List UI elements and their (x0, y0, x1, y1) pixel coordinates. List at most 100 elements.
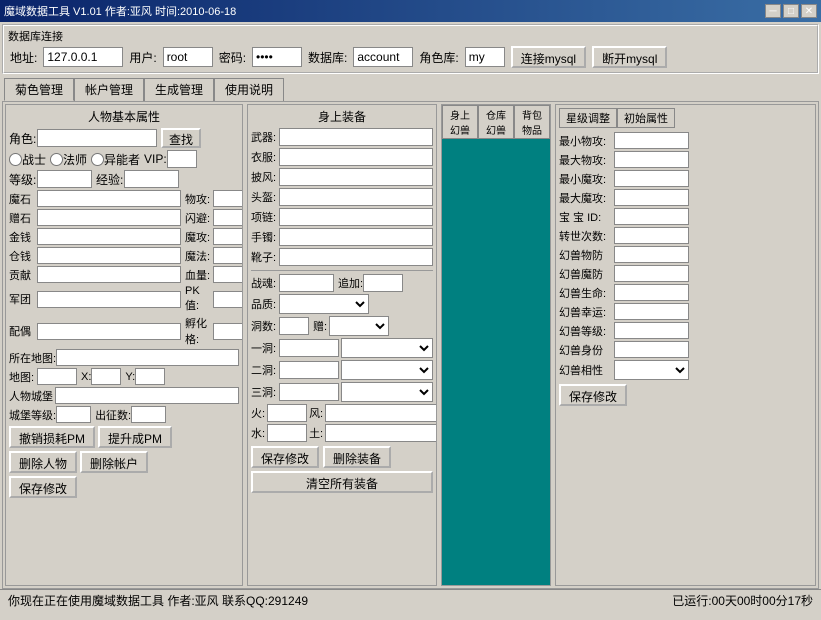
minimize-button[interactable]: ─ (765, 4, 781, 18)
upgrade-pm-button[interactable]: 提升成PM (98, 426, 172, 448)
addr-input[interactable] (43, 47, 123, 67)
hole2-select[interactable] (341, 360, 433, 380)
save-left-button[interactable]: 保存修改 (9, 476, 77, 498)
level-input[interactable] (37, 170, 92, 188)
spouse-input[interactable] (37, 323, 181, 340)
pass-input[interactable] (252, 47, 302, 67)
warrior-radio[interactable] (9, 153, 22, 166)
db-input[interactable] (353, 47, 413, 67)
add-label: 追加: (338, 275, 363, 291)
tab-help[interactable]: 使用说明 (214, 78, 284, 101)
petmagicdef-input[interactable] (614, 265, 689, 282)
delete-account-button[interactable]: 删除帐户 (80, 451, 148, 473)
rebirth-input[interactable] (614, 227, 689, 244)
clear-equip-button[interactable]: 清空所有装备 (251, 471, 433, 493)
hole2-input[interactable] (279, 361, 339, 379)
magicatk-label: 魔攻: (185, 229, 213, 245)
helmet-input[interactable] (279, 188, 433, 206)
connect-button[interactable]: 连接mysql (511, 46, 586, 68)
cape-input[interactable] (279, 168, 433, 186)
hole3-input[interactable] (279, 383, 339, 401)
pethp-input[interactable] (614, 284, 689, 301)
hole1-input[interactable] (279, 339, 339, 357)
add-input[interactable] (363, 274, 403, 292)
gem-input[interactable] (37, 209, 181, 226)
boots-input[interactable] (279, 248, 433, 266)
y-label: Y: (125, 371, 135, 383)
min-physatk-input[interactable] (614, 132, 689, 149)
cancel-damage-button[interactable]: 撤销损耗PM (9, 426, 95, 448)
hp-input[interactable] (213, 266, 243, 283)
min-magicatk-input[interactable] (614, 170, 689, 187)
necklace-input[interactable] (279, 208, 433, 226)
tab-star-adjust[interactable]: 星级调整 (559, 108, 617, 128)
physatk-input[interactable] (213, 190, 243, 207)
pk-input[interactable] (213, 291, 243, 308)
search-button[interactable]: 查找 (161, 128, 201, 148)
save-star-button[interactable]: 保存修改 (559, 384, 627, 406)
petstatus-input[interactable] (614, 341, 689, 358)
disconnect-button[interactable]: 断开mysql (592, 46, 667, 68)
army-row: 军团 (9, 285, 181, 313)
mage-radio[interactable] (50, 153, 63, 166)
petaffinity-select[interactable] (614, 360, 689, 380)
petid-input[interactable] (614, 208, 689, 225)
maximize-button[interactable]: □ (783, 4, 799, 18)
tab-initial-attr[interactable]: 初始属性 (617, 108, 675, 128)
gift-select[interactable] (329, 316, 389, 336)
citylevel-input[interactable] (56, 406, 91, 423)
role-input[interactable] (37, 129, 157, 147)
delete-char-button[interactable]: 删除人物 (9, 451, 77, 473)
delete-equip-button[interactable]: 删除装备 (323, 446, 391, 468)
hole1-select[interactable] (341, 338, 433, 358)
warehouse-input[interactable] (37, 247, 181, 264)
tab-backpack-items[interactable]: 背包物品 (514, 105, 550, 139)
gold-input[interactable] (37, 228, 181, 245)
close-button[interactable]: ✕ (801, 4, 817, 18)
user-input[interactable] (163, 47, 213, 67)
x-input[interactable] (91, 368, 121, 385)
addr-label: 地址: (10, 49, 37, 66)
holes-input[interactable] (279, 317, 309, 335)
contrib-input[interactable] (37, 266, 181, 283)
quality-select[interactable] (279, 294, 369, 314)
petlevel-input[interactable] (614, 322, 689, 339)
y-input[interactable] (135, 368, 165, 385)
water-input[interactable] (267, 424, 307, 442)
petphysdef-input[interactable] (614, 246, 689, 263)
exp-input[interactable] (124, 170, 179, 188)
city-input[interactable] (55, 387, 239, 404)
tab-account[interactable]: 帐户管理 (74, 78, 144, 101)
save-equip-button[interactable]: 保存修改 (251, 446, 319, 468)
magicstone-input[interactable] (37, 190, 181, 207)
hatch-input[interactable] (213, 323, 243, 340)
bracelet-input[interactable] (279, 228, 433, 246)
fire-input[interactable] (267, 404, 307, 422)
clothes-input[interactable] (279, 148, 433, 166)
expedition-input[interactable] (131, 406, 166, 423)
flash-input[interactable] (213, 209, 243, 226)
star-panel: 星级调整 初始属性 最小物攻: 最大物攻: 最小魔攻: 最大魔攻: 宝 宝 ID… (555, 104, 816, 586)
map-input[interactable] (37, 368, 77, 385)
equip-panel-title: 身上装备 (251, 108, 433, 125)
army-input[interactable] (37, 291, 181, 308)
hole3-select[interactable] (341, 382, 433, 402)
tab-generate[interactable]: 生成管理 (144, 78, 214, 101)
petluck-input[interactable] (614, 303, 689, 320)
earth-input[interactable] (325, 424, 437, 442)
mapname-input[interactable] (56, 349, 239, 366)
tab-onbody-monster[interactable]: 身上幻兽 (442, 105, 478, 139)
magic-input[interactable] (213, 247, 243, 264)
star-tabs-row: 星级调整 初始属性 (559, 108, 812, 128)
max-physatk-input[interactable] (614, 151, 689, 168)
role-input[interactable] (465, 47, 505, 67)
weapon-input[interactable] (279, 128, 433, 146)
battlesoul-input[interactable] (279, 274, 334, 292)
tab-warehouse-monster[interactable]: 仓库幻兽 (478, 105, 514, 139)
magicatk-input[interactable] (213, 228, 243, 245)
wind-input[interactable] (325, 404, 437, 422)
max-magicatk-input[interactable] (614, 189, 689, 206)
psychic-radio[interactable] (91, 153, 104, 166)
tab-juse[interactable]: 菊色管理 (4, 78, 74, 101)
vip-input[interactable] (167, 150, 197, 168)
